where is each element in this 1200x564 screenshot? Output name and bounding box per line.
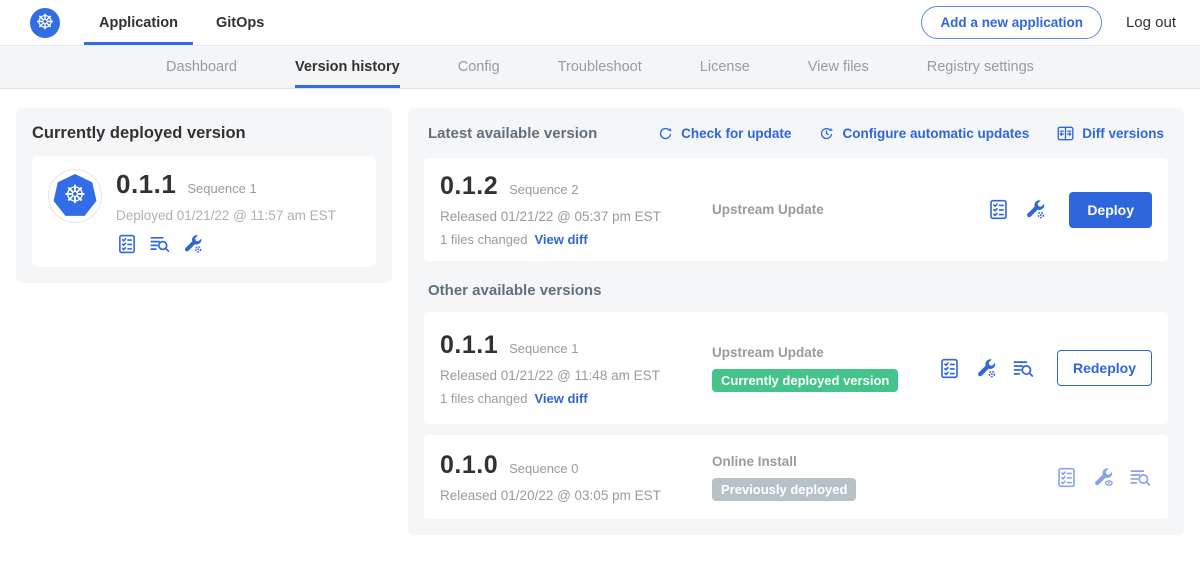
deployed-version-card: ☸ 0.1.1 Sequence 1 Deployed 01/21/22 @ 1… bbox=[32, 156, 376, 267]
release-notes-icon[interactable] bbox=[116, 233, 138, 255]
refresh-icon bbox=[657, 125, 674, 142]
status-badge-currently-deployed: Currently deployed version bbox=[712, 369, 898, 392]
deployed-version-number: 0.1.1 bbox=[116, 169, 176, 200]
check-for-update-link[interactable]: Check for update bbox=[657, 125, 791, 142]
deploy-button[interactable]: Deploy bbox=[1069, 192, 1152, 228]
view-diff-link[interactable]: View diff bbox=[534, 232, 587, 247]
deployed-sequence-label: Sequence 1 bbox=[187, 181, 256, 196]
auto-update-icon bbox=[818, 125, 835, 142]
subnav-item-registry-settings[interactable]: Registry settings bbox=[927, 46, 1034, 88]
tab-application-label: Application bbox=[99, 15, 178, 31]
subnav-item-version-history[interactable]: Version history bbox=[295, 46, 400, 88]
version-source-label: Upstream Update bbox=[712, 202, 824, 217]
edit-config-icon[interactable] bbox=[1024, 198, 1047, 221]
subnav-item-config[interactable]: Config bbox=[458, 46, 500, 88]
version-source-label: Online Install bbox=[712, 454, 797, 469]
subnav-item-view-files[interactable]: View files bbox=[808, 46, 869, 88]
subnav-item-license[interactable]: License bbox=[700, 46, 750, 88]
version-row-0-1-1: 0.1.1 Sequence 1 Released 01/21/22 @ 11:… bbox=[424, 312, 1168, 424]
release-notes-icon[interactable] bbox=[938, 357, 961, 380]
deployed-timestamp: Deployed 01/21/22 @ 11:57 am EST bbox=[116, 208, 360, 223]
redeploy-button[interactable]: Redeploy bbox=[1057, 350, 1152, 386]
view-files-icon[interactable] bbox=[149, 233, 171, 255]
tab-gitops-label: GitOps bbox=[216, 15, 264, 31]
kubernetes-wheel-glyph: ☸ bbox=[36, 12, 55, 33]
released-timestamp: Released 01/20/22 @ 03:05 pm EST bbox=[440, 488, 696, 503]
diff-versions-link[interactable]: Diff versions bbox=[1056, 124, 1164, 143]
release-notes-icon[interactable] bbox=[1055, 466, 1078, 489]
kubernetes-logo-icon: ☸ bbox=[30, 8, 60, 38]
latest-version-header: Latest available version bbox=[428, 125, 597, 142]
configure-automatic-updates-link[interactable]: Configure automatic updates bbox=[818, 125, 1029, 142]
version-history-panel: Latest available version Check for updat… bbox=[408, 108, 1184, 535]
files-changed-label: 1 files changed bbox=[440, 232, 527, 247]
kubernetes-heptagon-icon: ☸ bbox=[53, 174, 97, 218]
view-config-icon[interactable] bbox=[1092, 466, 1115, 489]
currently-deployed-card: Currently deployed version ☸ 0.1.1 Seque… bbox=[16, 108, 392, 283]
app-type-tabs: Application GitOps bbox=[84, 0, 287, 45]
files-changed-label: 1 files changed bbox=[440, 391, 527, 406]
edit-config-icon[interactable] bbox=[182, 233, 204, 255]
version-number: 0.1.1 bbox=[440, 331, 498, 360]
version-row-0-1-0: 0.1.0 Sequence 0 Released 01/20/22 @ 03:… bbox=[424, 435, 1168, 519]
app-logo: ☸ bbox=[48, 169, 102, 223]
add-application-button[interactable]: Add a new application bbox=[921, 6, 1102, 39]
main-content: Currently deployed version ☸ 0.1.1 Seque… bbox=[0, 89, 1200, 535]
sequence-label: Sequence 1 bbox=[509, 341, 578, 356]
other-versions-header: Other available versions bbox=[428, 282, 1164, 299]
tab-gitops[interactable]: GitOps bbox=[201, 0, 279, 45]
diff-icon bbox=[1056, 124, 1075, 143]
status-badge-previously-deployed: Previously deployed bbox=[712, 478, 856, 501]
version-source-label: Upstream Update bbox=[712, 345, 824, 360]
app-subnav: Dashboard Version history Config Trouble… bbox=[0, 46, 1200, 89]
view-files-icon[interactable] bbox=[1129, 466, 1152, 489]
logout-button[interactable]: Log out bbox=[1126, 14, 1176, 31]
edit-config-icon[interactable] bbox=[975, 357, 998, 380]
deployed-card-title: Currently deployed version bbox=[32, 124, 376, 143]
release-notes-icon[interactable] bbox=[987, 198, 1010, 221]
sequence-label: Sequence 2 bbox=[509, 182, 578, 197]
released-timestamp: Released 01/21/22 @ 05:37 pm EST bbox=[440, 209, 696, 224]
version-row-0-1-2: 0.1.2 Sequence 2 Released 01/21/22 @ 05:… bbox=[424, 158, 1168, 261]
tab-application[interactable]: Application bbox=[84, 0, 193, 45]
subnav-item-troubleshoot[interactable]: Troubleshoot bbox=[558, 46, 642, 88]
subnav-item-dashboard[interactable]: Dashboard bbox=[166, 46, 237, 88]
sequence-label: Sequence 0 bbox=[509, 461, 578, 476]
version-number: 0.1.2 bbox=[440, 172, 498, 201]
view-files-icon[interactable] bbox=[1012, 357, 1035, 380]
view-diff-link[interactable]: View diff bbox=[534, 391, 587, 406]
version-number: 0.1.0 bbox=[440, 451, 498, 480]
released-timestamp: Released 01/21/22 @ 11:48 am EST bbox=[440, 368, 696, 383]
top-navbar: ☸ Application GitOps Add a new applicati… bbox=[0, 0, 1200, 46]
